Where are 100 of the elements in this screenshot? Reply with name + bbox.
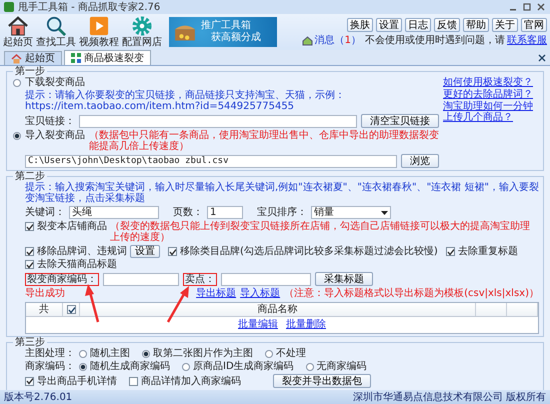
status-text: 导出成功	[25, 288, 65, 299]
option-label: 导入裂变商品	[25, 130, 85, 141]
version-text: 版本号2.76.01	[4, 392, 72, 402]
home-icon	[11, 54, 22, 64]
keyword-field[interactable]: 头绳	[69, 206, 159, 219]
hint-text: 提示：输入搜索淘宝关键词，输入时尽量输入长尾关键词,例如"连衣裙夏"、"连衣裙春秋"、"连衣裙 短裙"，输入要裂变淘宝链接，点击采集标题	[25, 182, 539, 204]
window-title: 甩手工具箱 - 商品抓取专家2.76	[18, 2, 160, 12]
table-action-link[interactable]: 批量删除	[286, 319, 326, 330]
checkbox[interactable]	[129, 376, 138, 386]
radio-button[interactable]	[306, 362, 314, 370]
shop-note: （裂变的数据包只能上传到裂变宝贝链接所在店铺，勾选自己店铺链接可以极大的提高淘宝助理上传的速度）	[110, 221, 531, 243]
contact-support-link[interactable]: 联系客服	[507, 35, 547, 46]
radio-button[interactable]	[79, 350, 87, 358]
selling-point-field[interactable]	[221, 272, 311, 286]
field-label: 卖点：	[183, 272, 217, 286]
option-label: 无商家编码	[316, 361, 367, 372]
toolbar-button[interactable]: 查找工具	[36, 16, 76, 48]
checkbox-label: 移除类目品牌(勾选后品牌词比较多采集标题过滤会比较慢)	[180, 246, 438, 257]
checkbox-label: 去除天猫商品标题	[37, 259, 117, 270]
option-label: 随机主图	[90, 348, 130, 359]
checkbox[interactable]	[446, 247, 455, 256]
table-action-link[interactable]: 批量编辑	[238, 319, 278, 330]
clear-link-button[interactable]: 清空宝贝链接	[361, 114, 439, 128]
header-button[interactable]: 日志	[405, 18, 431, 32]
tab[interactable]: 起始页	[4, 51, 62, 65]
checkbox[interactable]	[66, 305, 76, 314]
caret-icon	[381, 210, 388, 214]
annotation-arrow	[85, 284, 100, 322]
search-icon	[45, 16, 67, 36]
grid-icon	[71, 53, 81, 63]
banner-headline: 推广工具箱	[201, 20, 252, 32]
export-note: （注意：导入标题格式以导出标题为模板(csv|xls|xlsx)）	[284, 288, 539, 299]
option-label: 取第二张图片作为主图	[153, 348, 253, 359]
import-note: （数据包中只能有一条商品，使用淘宝助理出售中、仓库中导出的助理数据裂变能提高几倍上传速度）	[89, 130, 439, 152]
help-link[interactable]: 如何使用极速裂变？	[443, 77, 539, 88]
close-icon[interactable]	[536, 2, 546, 12]
merchant-code-field[interactable]	[103, 272, 179, 286]
collect-titles-button[interactable]: 采集标题	[315, 272, 373, 286]
copyright-text: 深圳市华通易点信息技术有限公司 版权所有	[352, 392, 546, 402]
radio-button[interactable]	[265, 350, 273, 358]
browse-button[interactable]: 浏览	[401, 154, 439, 168]
toolbar-button[interactable]: 起始页	[3, 16, 33, 48]
step-title: 第一步	[14, 66, 45, 77]
header-button[interactable]: 反馈	[434, 18, 460, 32]
checkbox[interactable]	[25, 376, 34, 386]
header-button[interactable]: 关于	[492, 18, 518, 32]
maximize-icon[interactable]	[522, 2, 532, 12]
toolbar-button[interactable]: 配置网店	[122, 16, 162, 48]
message-icon	[302, 36, 313, 46]
checkbox-label: 导出商品手机详情	[37, 376, 117, 386]
gear-icon	[131, 16, 153, 36]
link-field[interactable]	[79, 114, 357, 128]
checkbox[interactable]	[25, 247, 34, 256]
radio-button[interactable]	[13, 78, 21, 86]
messages-link[interactable]: 消息（1）	[314, 35, 361, 46]
header-button[interactable]: 官网	[521, 18, 547, 32]
pages-field[interactable]: 1	[207, 206, 243, 219]
field-label: 宝贝排序：	[257, 207, 307, 218]
play-icon	[88, 16, 110, 36]
hint-text: 提示：请输入你要裂变的宝贝链接，商品链接只支持淘宝、天猫，示例：https://item.taobao.com/item.htm?id=544925775455	[25, 90, 346, 112]
option-label: 不处理	[276, 348, 306, 359]
option-label: 下载裂变商品	[25, 77, 85, 88]
field-label: 页数：	[173, 207, 203, 218]
sort-dropdown[interactable]: 销量	[311, 206, 391, 219]
field-label: 关键词：	[25, 207, 65, 218]
toolbar-button[interactable]: 视频教程	[79, 16, 119, 48]
help-link[interactable]: 更好的去除品牌词？	[443, 89, 539, 100]
option-label: 原商品ID生成商家编码	[193, 361, 294, 372]
checkbox-label: 裂变本店铺商品	[37, 221, 107, 232]
header-button[interactable]: 换肤	[347, 18, 373, 32]
tab[interactable]: 商品极速裂变	[64, 50, 151, 65]
home-icon	[7, 16, 29, 36]
step-title: 第二步	[14, 171, 46, 182]
checkbox-label: 商品详情加入商家编码	[141, 376, 241, 386]
promo-banner[interactable]: 推广工具箱 获高额分成	[169, 17, 277, 47]
checkbox[interactable]	[25, 222, 34, 231]
step-title: 第三步	[14, 337, 45, 348]
option-label: 随机生成商家编码	[90, 361, 170, 372]
settings-button[interactable]: 设置	[130, 245, 160, 258]
checkbox[interactable]	[25, 260, 34, 269]
field-label: 主图处理：	[25, 348, 75, 359]
checkbox[interactable]	[168, 247, 177, 256]
header-button[interactable]: 帮助	[463, 18, 489, 32]
help-link[interactable]: 淘宝助理如何一分钟上传几个商品？	[443, 101, 539, 123]
column-header: 商品名称	[80, 303, 476, 316]
close-tab-icon[interactable]	[538, 54, 546, 62]
app-logo-icon	[4, 2, 14, 12]
checkbox-label: 去除重复标题	[458, 246, 518, 257]
banner-subline: 获高额分成	[210, 32, 261, 44]
import-titles-link[interactable]: 导入标题	[240, 288, 280, 299]
export-titles-link[interactable]: 导出标题	[196, 288, 236, 299]
field-label: 裂变商家编码：	[25, 272, 99, 286]
header-button[interactable]: 设置	[376, 18, 402, 32]
radio-button[interactable]	[142, 350, 150, 358]
run-export-button[interactable]: 裂变并导出数据包	[273, 374, 371, 388]
file-path-field[interactable]: C:\Users\john\Desktop\taobao zbul.csv	[25, 154, 397, 168]
radio-button[interactable]	[182, 362, 190, 370]
radio-button[interactable]	[13, 132, 21, 140]
field-label: 宝贝链接：	[25, 116, 75, 126]
radio-button[interactable]	[79, 362, 87, 370]
